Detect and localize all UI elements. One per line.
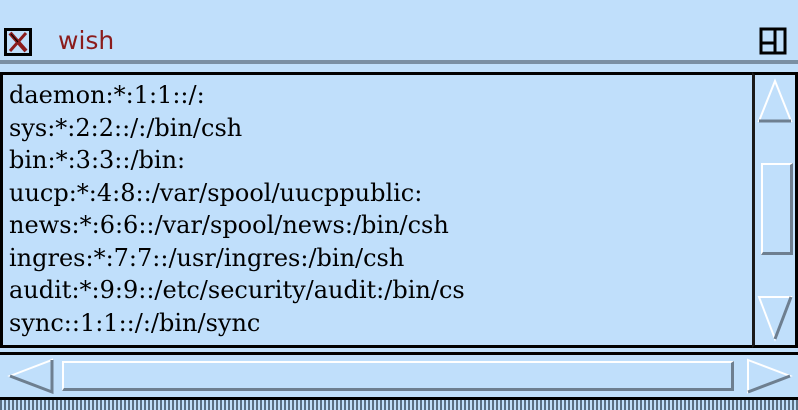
x-close-icon: [8, 31, 28, 53]
arrow-right-icon[interactable]: [747, 358, 793, 394]
arrow-up-icon[interactable]: [757, 78, 793, 123]
window-title: wish: [58, 26, 115, 55]
maximize-icon: [759, 27, 787, 55]
vertical-scrollbar[interactable]: [752, 72, 798, 348]
arrow-down-icon[interactable]: [757, 296, 793, 342]
vertical-scroll-thumb[interactable]: [761, 163, 793, 255]
arrow-left-icon[interactable]: [7, 358, 54, 395]
text-line: sync::1:1::/:/bin/sync: [9, 308, 261, 337]
text-line: audit:*:9:9::/etc/security/audit:/bin/cs: [9, 276, 465, 304]
text-area[interactable]: daemon:*:1:1::/: sys:*:2:2::/:/bin/csh b…: [0, 72, 752, 348]
horizontal-scrollbar[interactable]: [0, 352, 798, 400]
text-line: sys:*:2:2::/:/bin/csh: [9, 113, 243, 142]
text-line: news:*:6:6::/var/spool/news:/bin/csh: [9, 211, 449, 239]
text-line: daemon:*:1:1::/:: [9, 81, 205, 109]
text-line: uucp:*:4:8::/var/spool/uucppublic:: [9, 178, 423, 207]
text-line: ingres:*:7:7::/usr/ingres:/bin/csh: [9, 243, 405, 272]
title-bar[interactable]: wish: [0, 0, 798, 64]
maximize-button[interactable]: [758, 26, 788, 56]
close-button[interactable]: [4, 28, 32, 56]
text-line: bin:*:3:3::/bin:: [9, 146, 186, 174]
window-frame-bottom: [0, 400, 798, 410]
horizontal-scroll-thumb[interactable]: [62, 361, 734, 391]
wish-window: wish daemon:*:1:1::/: sys:*:2:2::/:/bin/…: [0, 0, 798, 410]
